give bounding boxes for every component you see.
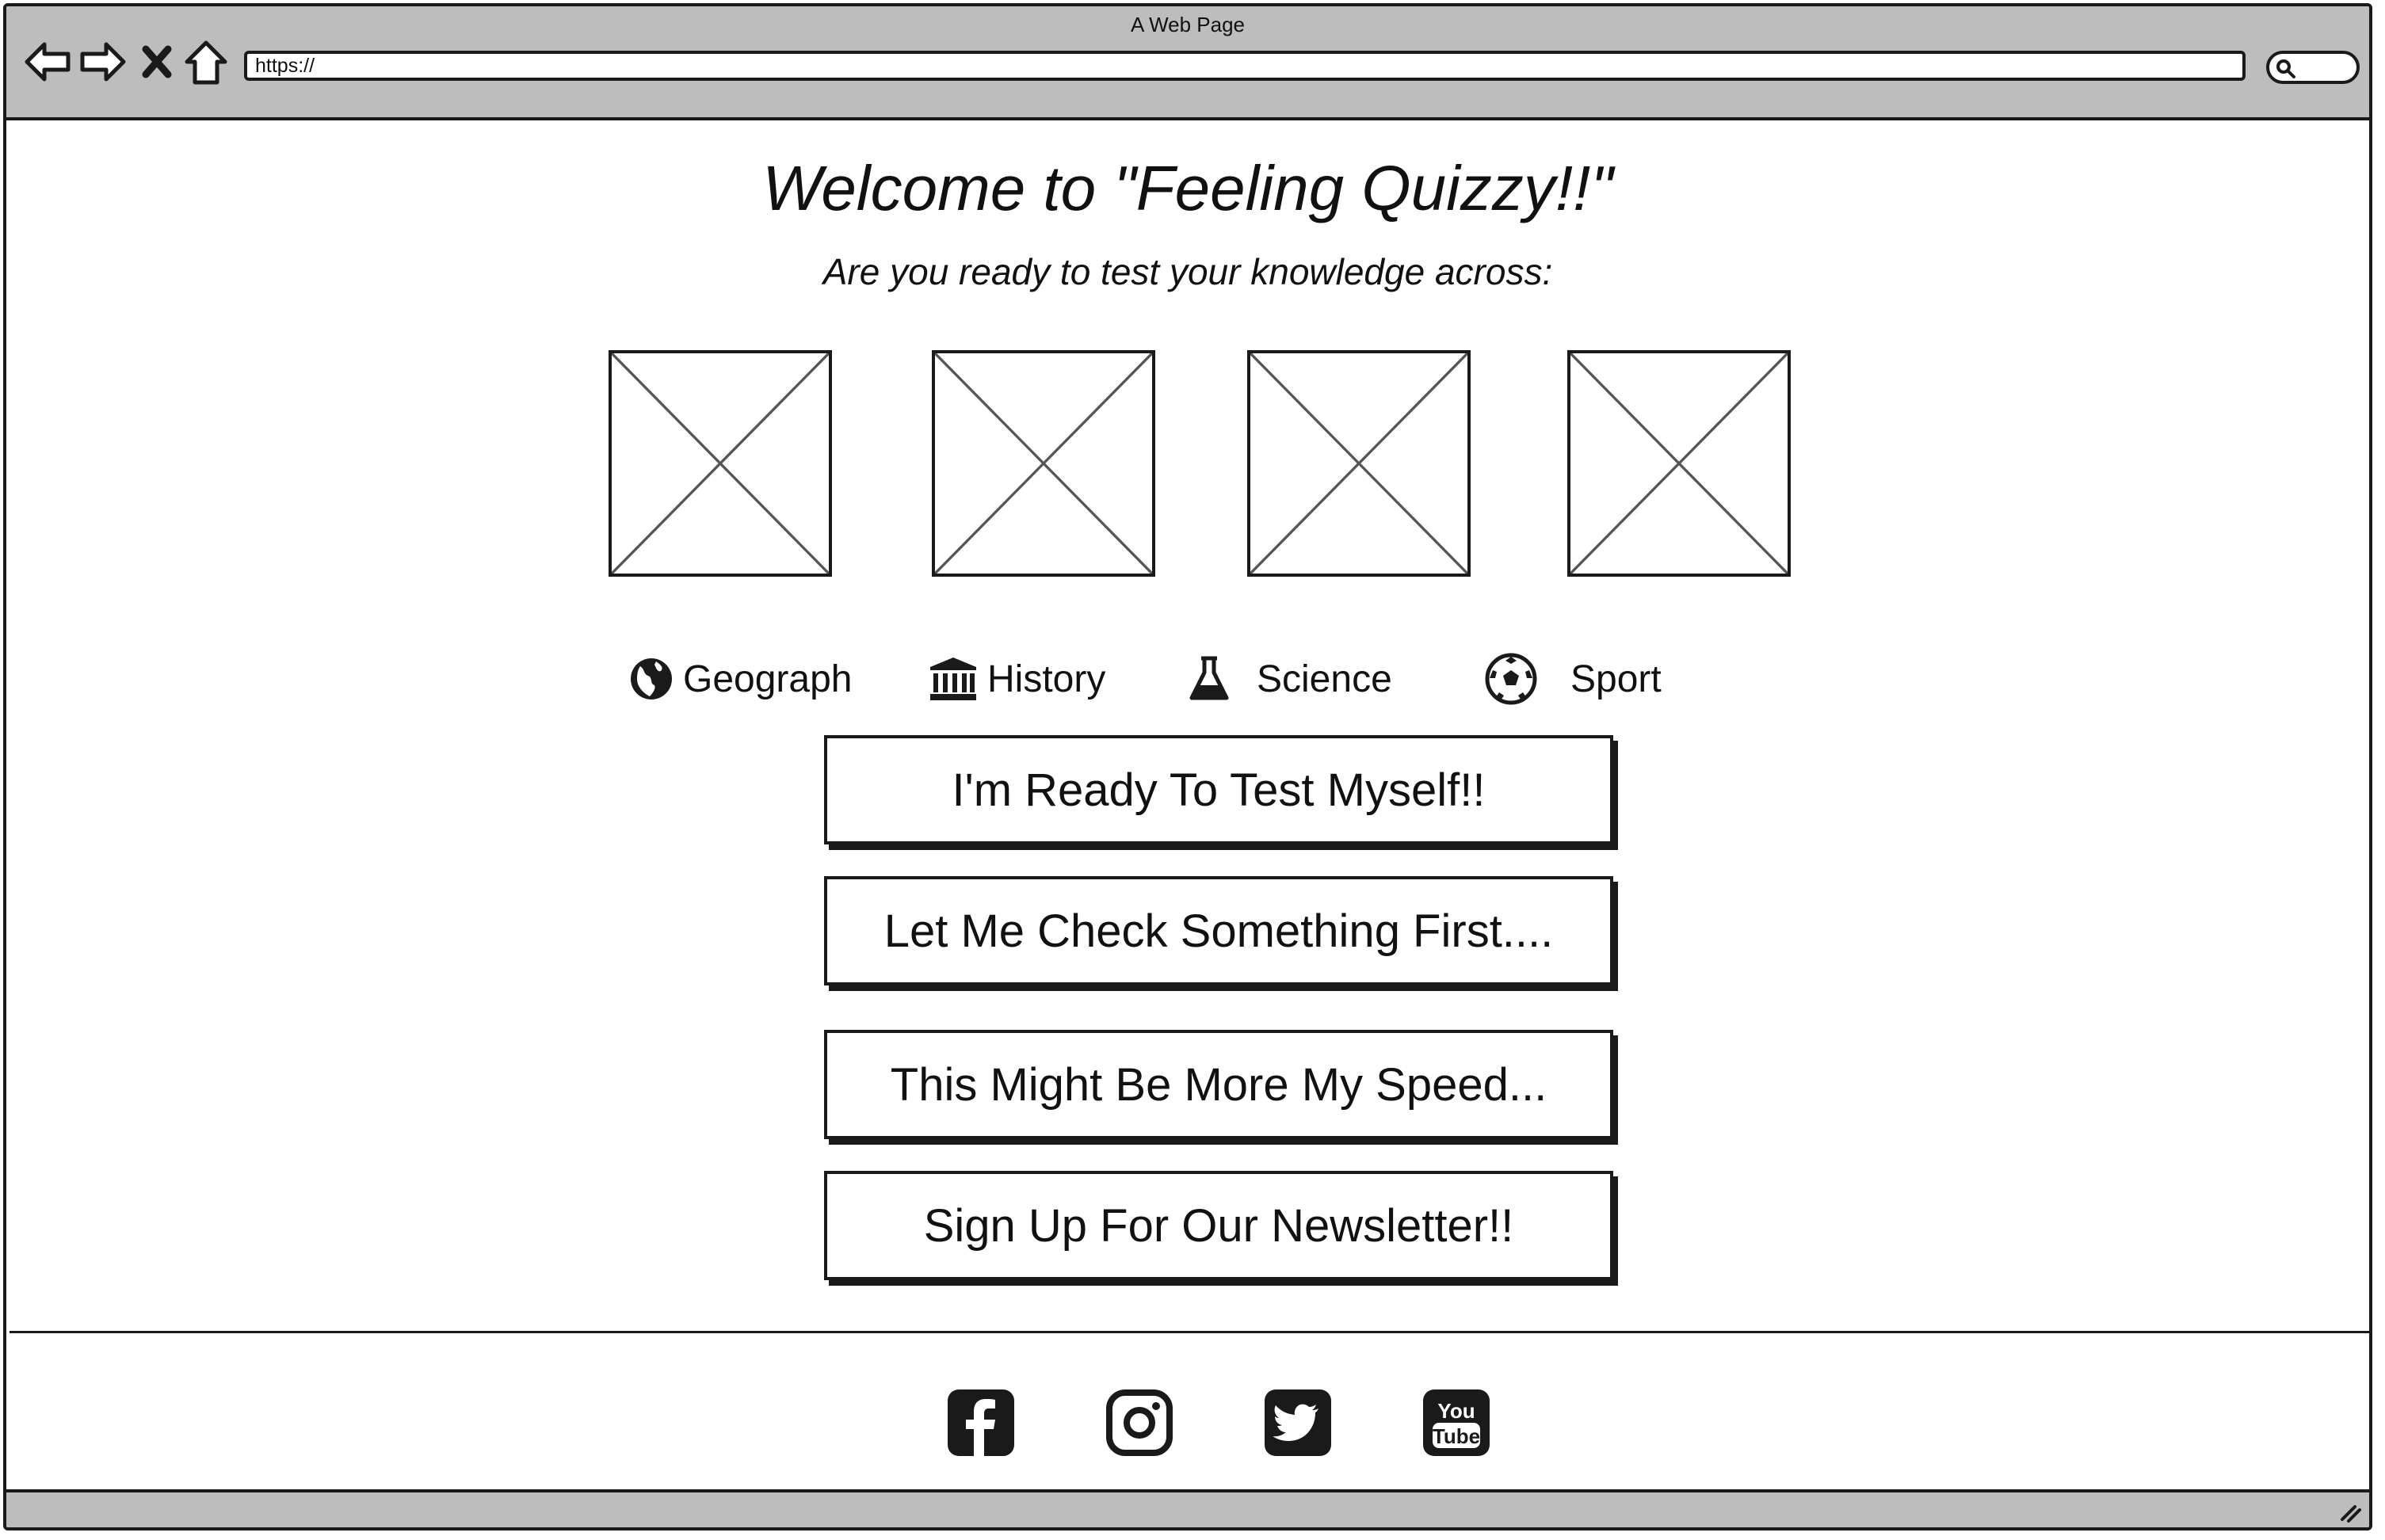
back-icon[interactable] — [24, 38, 71, 89]
facebook-icon[interactable] — [946, 1388, 1016, 1458]
forward-icon[interactable] — [79, 38, 127, 89]
category-sport[interactable]: Sport — [1485, 651, 1662, 707]
sport-image-placeholder — [1567, 350, 1791, 577]
status-bar — [6, 1489, 2369, 1527]
resize-grip-icon[interactable] — [2337, 1502, 2361, 1523]
category-label: Science — [1257, 658, 1392, 700]
science-image-placeholder — [1247, 350, 1471, 577]
history-image-placeholder — [932, 350, 1155, 577]
search-icon — [2276, 59, 2295, 78]
youtube-text-top: You — [1437, 1399, 1475, 1423]
category-science[interactable]: Science — [1187, 651, 1392, 707]
easier-quiz-button[interactable]: This Might Be More My Speed... — [824, 1030, 1613, 1139]
youtube-icon[interactable]: You Tube — [1421, 1388, 1491, 1458]
category-history[interactable]: History — [929, 651, 1105, 707]
page-subtitle: Are you ready to test your knowledge acr… — [822, 251, 1553, 292]
category-label: Geograph — [683, 658, 853, 700]
address-bar[interactable]: https:// — [244, 51, 2246, 81]
browser-search-box[interactable] — [2266, 51, 2360, 84]
youtube-text-bottom: Tube — [1433, 1424, 1480, 1448]
museum-icon — [930, 658, 976, 700]
browser-window: A Web Page https:// Welcome to "Feeling … — [3, 3, 2372, 1530]
url-text: https:// — [255, 55, 315, 77]
category-geography[interactable]: Geograph — [629, 651, 853, 707]
instagram-icon[interactable] — [1105, 1388, 1174, 1458]
geography-image-placeholder — [609, 350, 832, 577]
page-content: Welcome to "Feeling Quizzy!!" Are you re… — [6, 120, 2369, 1505]
globe-icon — [631, 658, 672, 699]
twitter-icon[interactable] — [1263, 1388, 1333, 1458]
browser-toolbar: A Web Page https:// — [6, 6, 2369, 120]
home-icon[interactable] — [184, 38, 228, 89]
flask-icon — [1189, 656, 1229, 700]
soccer-ball-icon — [1485, 653, 1537, 705]
footer-divider — [10, 1331, 2369, 1333]
page-title: Welcome to "Feeling Quizzy!!" — [762, 153, 1613, 223]
newsletter-signup-button[interactable]: Sign Up For Our Newsletter!! — [824, 1171, 1613, 1280]
stop-icon[interactable] — [139, 38, 174, 89]
start-quiz-button[interactable]: I'm Ready To Test Myself!! — [824, 735, 1613, 844]
check-first-button[interactable]: Let Me Check Something First.... — [824, 876, 1613, 985]
category-label: Sport — [1570, 658, 1662, 700]
category-label: History — [987, 658, 1106, 700]
window-title: A Web Page — [1130, 13, 1246, 36]
